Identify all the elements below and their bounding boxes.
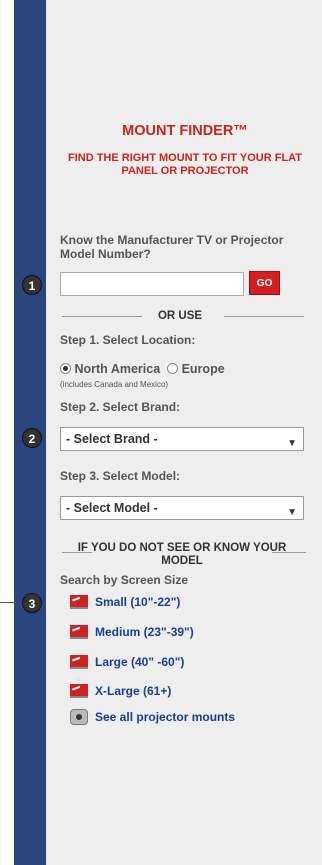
- step1-label: Step 1. Select Location:: [60, 333, 196, 347]
- or-use-divider: OR USE: [60, 310, 304, 322]
- step-marker-2: 2: [22, 428, 42, 448]
- go-button[interactable]: GO: [249, 271, 280, 295]
- location-radio-group: North America Europe: [60, 362, 225, 376]
- radio-north-america[interactable]: [60, 363, 71, 374]
- mount-finder-title: MOUNT FINDER™: [122, 123, 248, 139]
- search-by-size-label: Search by Screen Size: [60, 573, 189, 587]
- brand-select-value: - Select Brand -: [66, 432, 158, 446]
- radio-europe-label: Europe: [181, 362, 225, 376]
- step-marker-1: 1: [22, 275, 42, 295]
- model-number-label: Know the Manufacturer TV or Projector Mo…: [60, 233, 284, 261]
- tv-icon: [70, 595, 88, 609]
- projector-link-label[interactable]: See all projector mounts: [95, 709, 235, 726]
- model-number-input[interactable]: [60, 272, 244, 296]
- tv-icon: [70, 655, 88, 669]
- brand-select[interactable]: - Select Brand - ▼: [60, 427, 304, 451]
- size-link-label[interactable]: X-Large (61+): [95, 683, 171, 700]
- location-note: (includes Canada and Mexico): [60, 380, 169, 389]
- chevron-down-icon: ▼: [287, 438, 297, 449]
- not-see-model-heading: IF YOU DO NOT SEE OR KNOW YOUR MODEL: [77, 542, 287, 567]
- model-select[interactable]: - Select Model - ▼: [60, 496, 304, 520]
- or-use-label: OR USE: [157, 310, 203, 322]
- tv-icon: [70, 625, 88, 639]
- radio-north-america-label: North America: [74, 362, 161, 376]
- divider-line-right: [272, 552, 306, 553]
- step3-label: Step 3. Select Model:: [60, 469, 181, 483]
- size-link-label[interactable]: Small (10"-22"): [95, 594, 180, 611]
- mount-finder-subtitle: FIND THE RIGHT MOUNT TO FIT YOUR FLAT PA…: [67, 152, 303, 177]
- marker-leader-line: [0, 602, 16, 603]
- tv-icon: [70, 684, 88, 698]
- step2-label: Step 2. Select Brand:: [60, 400, 181, 414]
- radio-europe[interactable]: [167, 363, 179, 374]
- size-link-label[interactable]: Medium (23"-39"): [95, 624, 194, 641]
- projector-icon: [70, 709, 88, 725]
- model-select-value: - Select Model -: [66, 501, 158, 515]
- chevron-down-icon: ▼: [287, 507, 297, 518]
- step-marker-3: 3: [22, 593, 42, 613]
- divider-line-right: [224, 316, 304, 317]
- divider-line-left: [62, 316, 142, 317]
- size-link-label[interactable]: Large (40" -60"): [95, 654, 184, 671]
